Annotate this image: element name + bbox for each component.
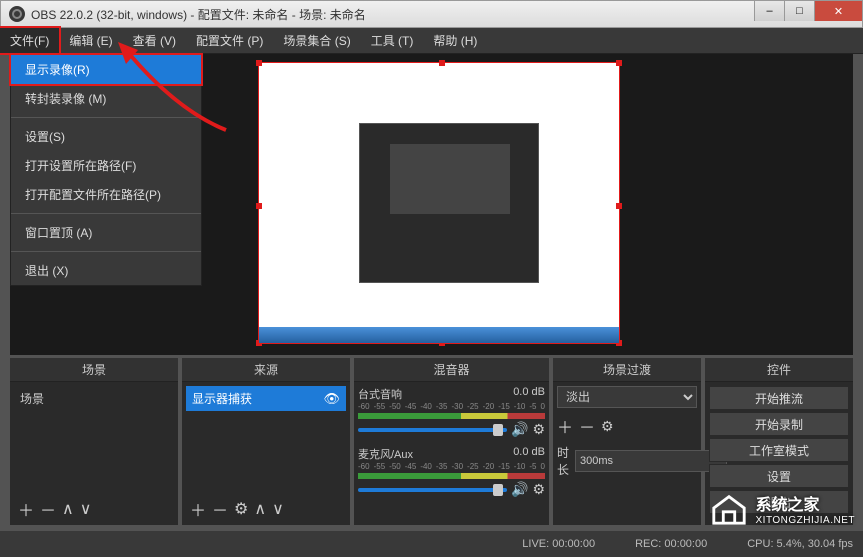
transition-select[interactable]: 淡出 xyxy=(557,386,697,408)
menu-tools[interactable]: 工具 (T) xyxy=(361,28,424,53)
start-recording-button[interactable]: 开始录制 xyxy=(709,412,849,436)
menu-separator xyxy=(11,251,201,252)
source-item-label: 显示器捕获 xyxy=(192,390,252,407)
sources-toolbar: ＋ － ⚙ ∧ ∨ xyxy=(182,493,350,525)
source-properties-button[interactable]: ⚙ xyxy=(234,499,248,519)
mixer-track: 台式音响 0.0 dB -60-55-50-45-40-35-30-25-20-… xyxy=(358,386,545,438)
menu-edit[interactable]: 编辑 (E) xyxy=(59,28,122,53)
transitions-panel: 场景过渡 淡出 ＋ － ⚙ 时长 xyxy=(553,358,701,525)
sources-header: 来源 xyxy=(182,358,350,382)
remove-transition-button[interactable]: － xyxy=(579,414,595,438)
speaker-icon[interactable]: 🔊 xyxy=(511,481,528,498)
window-controls: – □ ✕ xyxy=(754,1,862,21)
volume-slider[interactable] xyxy=(358,428,507,432)
controls-header: 控件 xyxy=(705,358,853,382)
slider-thumb[interactable] xyxy=(493,484,503,496)
resize-handle[interactable] xyxy=(616,203,622,209)
status-rec: REC: 00:00:00 xyxy=(635,538,707,550)
add-scene-button[interactable]: ＋ xyxy=(18,497,34,521)
scenes-header: 场景 xyxy=(10,358,178,382)
studio-mode-button[interactable]: 工作室模式 xyxy=(709,438,849,462)
meter-scale: -60-55-50-45-40-35-30-25-20-15-10-50 xyxy=(358,402,545,411)
watermark: 系统之家 XITONGZHIJIA.NET xyxy=(710,489,856,527)
menu-file[interactable]: 文件(F) xyxy=(0,28,59,53)
scenes-panel: 场景 场景 ＋ － ∧ ∨ xyxy=(10,358,178,525)
gear-icon[interactable]: ⚙ xyxy=(532,421,545,438)
watermark-logo-icon xyxy=(710,489,748,527)
resize-handle[interactable] xyxy=(616,60,622,66)
watermark-text-cn: 系统之家 xyxy=(756,491,856,515)
minimize-button[interactable]: – xyxy=(754,1,784,21)
resize-handle[interactable] xyxy=(439,60,445,66)
duration-label: 时长 xyxy=(557,444,569,478)
menu-view[interactable]: 查看 (V) xyxy=(123,28,186,53)
speaker-icon[interactable]: 🔊 xyxy=(511,421,528,438)
add-source-button[interactable]: ＋ xyxy=(190,497,206,521)
transitions-header: 场景过渡 xyxy=(553,358,701,382)
mixer-body: 台式音响 0.0 dB -60-55-50-45-40-35-30-25-20-… xyxy=(354,382,549,525)
move-scene-up-button[interactable]: ∧ xyxy=(62,499,74,519)
file-dropdown: 显示录像(R) 转封装录像 (M) 设置(S) 打开设置所在路径(F) 打开配置… xyxy=(10,54,202,286)
menu-exit[interactable]: 退出 (X) xyxy=(11,256,201,285)
menu-show-recordings[interactable]: 显示录像(R) xyxy=(11,55,201,84)
close-button[interactable]: ✕ xyxy=(814,1,862,21)
slider-thumb[interactable] xyxy=(493,424,503,436)
captured-taskbar xyxy=(259,327,619,343)
audio-meter xyxy=(358,413,545,419)
sources-list[interactable]: 显示器捕获 👁 xyxy=(182,382,350,493)
menu-open-profile-folder[interactable]: 打开配置文件所在路径(P) xyxy=(11,180,201,209)
source-item[interactable]: 显示器捕获 👁 xyxy=(186,386,346,411)
start-streaming-button[interactable]: 开始推流 xyxy=(709,386,849,410)
nested-capture xyxy=(359,123,539,283)
meter-scale: -60-55-50-45-40-35-30-25-20-15-10-50 xyxy=(358,462,545,471)
gear-icon[interactable]: ⚙ xyxy=(601,418,614,435)
mixer-panel: 混音器 台式音响 0.0 dB -60-55-50-45-40-35-30-25… xyxy=(354,358,549,525)
menu-separator xyxy=(11,213,201,214)
maximize-button[interactable]: □ xyxy=(784,1,814,21)
resize-handle[interactable] xyxy=(256,203,262,209)
watermark-text-en: XITONGZHIJIA.NET xyxy=(756,515,856,526)
scenes-list[interactable]: 场景 xyxy=(10,382,178,493)
menu-settings[interactable]: 设置(S) xyxy=(11,122,201,151)
menu-separator xyxy=(11,117,201,118)
gear-icon[interactable]: ⚙ xyxy=(532,481,545,498)
preview-canvas[interactable] xyxy=(258,62,620,344)
settings-button[interactable]: 设置 xyxy=(709,464,849,488)
scene-item[interactable]: 场景 xyxy=(14,386,174,411)
track-name: 麦克风/Aux xyxy=(358,446,413,462)
status-live: LIVE: 00:00:00 xyxy=(522,538,595,550)
mixer-header: 混音器 xyxy=(354,358,549,382)
menubar: 文件(F) 编辑 (E) 查看 (V) 配置文件 (P) 场景集合 (S) 工具… xyxy=(0,28,863,54)
visibility-icon[interactable]: 👁 xyxy=(323,391,340,407)
sources-panel: 来源 显示器捕获 👁 ＋ － ⚙ ∧ ∨ xyxy=(182,358,350,525)
remove-source-button[interactable]: － xyxy=(212,497,228,521)
app-icon xyxy=(9,6,25,22)
track-db: 0.0 dB xyxy=(513,446,545,462)
menu-profile[interactable]: 配置文件 (P) xyxy=(186,28,273,53)
menu-scene-collection[interactable]: 场景集合 (S) xyxy=(273,28,360,53)
move-source-up-button[interactable]: ∧ xyxy=(254,499,266,519)
move-scene-down-button[interactable]: ∨ xyxy=(80,499,92,519)
volume-slider[interactable] xyxy=(358,488,507,492)
remove-scene-button[interactable]: － xyxy=(40,497,56,521)
statusbar: LIVE: 00:00:00 REC: 00:00:00 CPU: 5.4%, … xyxy=(0,531,863,557)
transitions-body: 淡出 ＋ － ⚙ 时长 xyxy=(553,382,701,525)
menu-always-on-top[interactable]: 窗口置顶 (A) xyxy=(11,218,201,247)
window-titlebar: OBS 22.0.2 (32-bit, windows) - 配置文件: 未命名… xyxy=(0,0,863,28)
audio-meter xyxy=(358,473,545,479)
menu-open-settings-folder[interactable]: 打开设置所在路径(F) xyxy=(11,151,201,180)
menu-help[interactable]: 帮助 (H) xyxy=(423,28,487,53)
window-title: OBS 22.0.2 (32-bit, windows) - 配置文件: 未命名… xyxy=(31,6,366,23)
add-transition-button[interactable]: ＋ xyxy=(557,414,573,438)
nested-capture-inner xyxy=(390,144,510,214)
status-cpu: CPU: 5.4%, 30.04 fps xyxy=(747,538,853,550)
scenes-toolbar: ＋ － ∧ ∨ xyxy=(10,493,178,525)
track-db: 0.0 dB xyxy=(513,386,545,402)
move-source-down-button[interactable]: ∨ xyxy=(272,499,284,519)
track-name: 台式音响 xyxy=(358,386,402,402)
menu-remux-recordings[interactable]: 转封装录像 (M) xyxy=(11,84,201,113)
resize-handle[interactable] xyxy=(256,60,262,66)
mixer-track: 麦克风/Aux 0.0 dB -60-55-50-45-40-35-30-25-… xyxy=(358,446,545,498)
